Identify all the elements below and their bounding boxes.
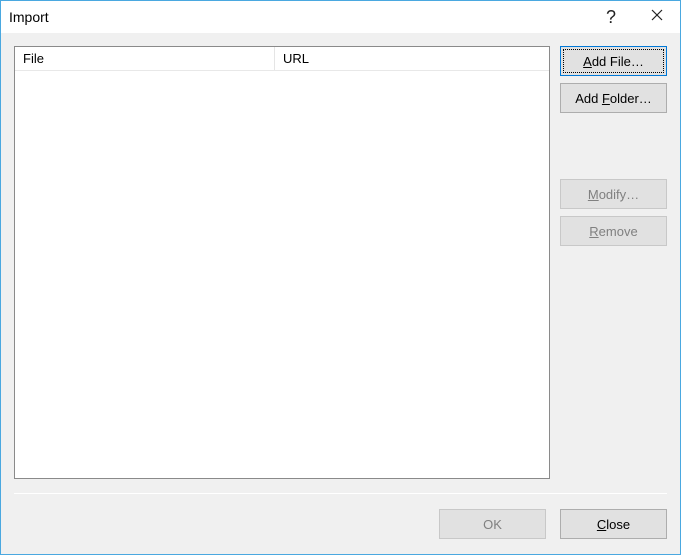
column-header-file[interactable]: File bbox=[15, 47, 275, 70]
add-folder-button[interactable]: Add Folder… bbox=[560, 83, 667, 113]
modify-button: Modify… bbox=[560, 179, 667, 209]
table-header-row: File URL bbox=[15, 47, 549, 71]
column-header-url[interactable]: URL bbox=[275, 47, 549, 70]
import-dialog: Import ? File URL Add File… bbox=[0, 0, 681, 555]
main-row: File URL Add File… Add Folder… Modify… R… bbox=[14, 46, 667, 479]
titlebar-buttons: ? bbox=[588, 1, 680, 33]
side-buttons: Add File… Add Folder… Modify… Remove bbox=[560, 46, 667, 479]
help-button[interactable]: ? bbox=[588, 1, 634, 33]
titlebar-close-button[interactable] bbox=[634, 1, 680, 33]
titlebar: Import ? bbox=[1, 1, 680, 33]
bottom-bar: OK Close bbox=[14, 494, 667, 554]
close-button[interactable]: Close bbox=[560, 509, 667, 539]
add-file-button[interactable]: Add File… bbox=[560, 46, 667, 76]
help-icon: ? bbox=[606, 7, 616, 28]
spacer bbox=[560, 120, 667, 172]
ok-button: OK bbox=[439, 509, 546, 539]
close-icon bbox=[651, 8, 663, 26]
file-table[interactable]: File URL bbox=[14, 46, 550, 479]
content-area: File URL Add File… Add Folder… Modify… R… bbox=[1, 33, 680, 554]
remove-button: Remove bbox=[560, 216, 667, 246]
dialog-title: Import bbox=[9, 9, 588, 25]
